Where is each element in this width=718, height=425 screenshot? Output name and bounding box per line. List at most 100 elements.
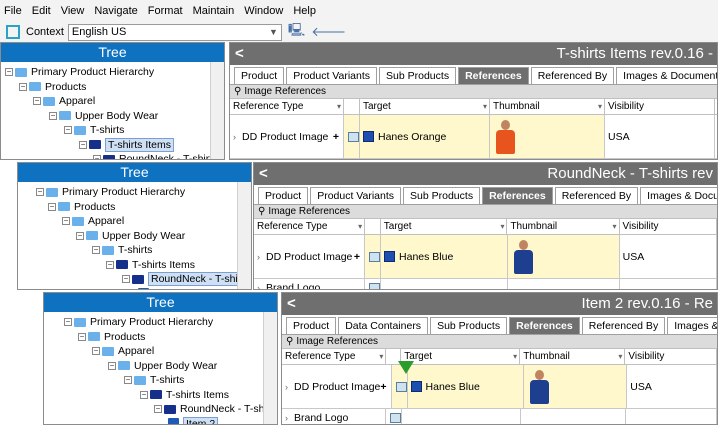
column-header-thumbnail[interactable]: Thumbnail ▾ <box>490 99 605 114</box>
collapse-toggle-icon[interactable]: − <box>64 318 72 326</box>
column-header-reference-type[interactable]: Reference Type ▾ <box>254 219 366 234</box>
pin-icon[interactable]: ⚲ <box>286 336 293 347</box>
tab-data-containers[interactable]: Data Containers <box>338 317 429 334</box>
tree-scrollbar[interactable] <box>210 62 224 159</box>
column-header-target[interactable]: Target ▾ <box>360 99 490 114</box>
tab-sub-products[interactable]: Sub Products <box>430 317 508 334</box>
tree-node[interactable]: − Primary Product Hierarchy <box>64 315 213 329</box>
tab-product[interactable]: Product <box>258 187 309 204</box>
table-row[interactable]: › DD Product Image + Hanes Blue USA <box>254 235 717 279</box>
tree-node[interactable]: − T-shirts Items <box>106 258 195 272</box>
tree-node[interactable]: − Products <box>19 80 86 94</box>
menu-item-maintain[interactable]: Maintain <box>193 5 235 17</box>
reference-link-cell[interactable] <box>386 409 403 424</box>
tab-images-documents[interactable]: Images & Documents <box>667 317 717 334</box>
back-chevron-icon[interactable]: < <box>287 293 296 315</box>
menu-item-edit[interactable]: Edit <box>32 5 51 17</box>
column-header-thumbnail[interactable]: Thumbnail ▾ <box>507 219 620 234</box>
tshirt-model-thumbnail[interactable] <box>527 369 551 405</box>
tree-node[interactable]: − RoundNeck - T-shirts <box>93 152 217 159</box>
section-header[interactable]: ⚲ Image References <box>254 205 717 219</box>
tab-sub-products[interactable]: Sub Products <box>379 67 457 84</box>
tree-node[interactable]: Item 2 <box>138 287 182 289</box>
context-select[interactable]: English US ▼ <box>67 23 282 41</box>
tab-sub-products[interactable]: Sub Products <box>403 187 481 204</box>
tree-node[interactable]: − Apparel <box>92 344 154 358</box>
tab-references[interactable]: References <box>482 187 553 204</box>
tab-images-documents[interactable]: Images & Documents <box>616 67 717 84</box>
menu-item-navigate[interactable]: Navigate <box>94 5 137 17</box>
tab-product[interactable]: Product <box>234 67 285 84</box>
collapse-toggle-icon[interactable]: − <box>122 275 130 283</box>
reference-link-cell[interactable] <box>365 235 382 278</box>
section-header[interactable]: ⚲ Image References <box>230 85 717 99</box>
collapse-toggle-icon[interactable]: − <box>92 246 100 254</box>
column-header-target[interactable]: Target ▾ <box>401 349 521 364</box>
tab-references[interactable]: References <box>509 317 580 334</box>
collapse-toggle-icon[interactable]: − <box>36 188 44 196</box>
target-value[interactable]: Hanes Orange <box>378 131 446 143</box>
column-header-visibility[interactable]: Visibility <box>625 349 717 364</box>
tree-node[interactable]: − T-shirts <box>92 243 152 257</box>
collapse-toggle-icon[interactable]: − <box>49 111 57 120</box>
tab-product-variants[interactable]: Product Variants <box>286 67 378 84</box>
menu-item-view[interactable]: View <box>61 5 85 17</box>
table-row[interactable]: › Brand Logo <box>254 279 717 289</box>
column-header-target[interactable]: Target ▾ <box>381 219 508 234</box>
table-row[interactable]: › DD Product Image + Hanes Orange USA <box>230 115 717 159</box>
collapse-toggle-icon[interactable]: − <box>93 155 101 159</box>
collapse-toggle-icon[interactable]: − <box>76 231 84 240</box>
tshirt-model-thumbnail[interactable] <box>511 239 535 275</box>
column-header-reference-type[interactable]: Reference Type ▾ <box>282 349 387 364</box>
collapse-toggle-icon[interactable]: − <box>108 361 116 370</box>
tree-scrollbar[interactable] <box>263 312 277 424</box>
collapse-toggle-icon[interactable]: − <box>19 82 27 91</box>
collapse-toggle-icon[interactable]: − <box>48 202 56 211</box>
column-header-thumbnail[interactable]: Thumbnail ▾ <box>520 349 626 364</box>
collapse-toggle-icon[interactable]: − <box>124 376 132 384</box>
pin-icon[interactable]: ⚲ <box>234 86 241 97</box>
tab-referenced-by[interactable]: Referenced By <box>581 317 666 334</box>
tree-node[interactable]: − Primary Product Hierarchy <box>5 65 154 79</box>
tree-node[interactable]: − Apparel <box>33 94 95 108</box>
tree-node[interactable]: − RoundNeck - T-shirts <box>154 402 277 416</box>
menu-item-window[interactable]: Window <box>244 5 283 17</box>
column-header-visibility[interactable]: Visibility <box>605 99 715 114</box>
reference-link-cell[interactable] <box>365 279 382 289</box>
reference-link-cell[interactable] <box>344 115 360 158</box>
section-header[interactable]: ⚲ Image References <box>282 335 717 349</box>
menu-item-format[interactable]: Format <box>148 5 183 17</box>
tree-node[interactable]: − Primary Product Hierarchy <box>36 185 185 199</box>
add-icon[interactable]: + <box>333 131 339 143</box>
tree-node[interactable]: − RoundNeck - T-shirts <box>122 272 251 286</box>
collapse-toggle-icon[interactable]: − <box>106 260 114 269</box>
target-value[interactable]: Hanes Blue <box>426 381 480 393</box>
tree-node[interactable]: − Upper Body Wear <box>108 359 217 373</box>
tree-scrollbar[interactable] <box>237 182 251 289</box>
collapse-toggle-icon[interactable]: − <box>92 347 100 355</box>
column-header-visibility[interactable]: Visibility <box>620 219 717 234</box>
tree-node[interactable]: − T-shirts Items <box>79 137 175 152</box>
tab-product-variants[interactable]: Product Variants <box>310 187 402 204</box>
collapse-toggle-icon[interactable]: − <box>79 140 87 149</box>
tree-node[interactable]: − Products <box>48 200 115 214</box>
monitor-icon[interactable]: 🖳 <box>288 21 305 43</box>
menu-item-help[interactable]: Help <box>293 5 316 17</box>
collapse-toggle-icon[interactable]: − <box>62 217 70 225</box>
tab-referenced-by[interactable]: Referenced By <box>554 187 639 204</box>
tab-images-documents[interactable]: Images & Documents <box>640 187 717 204</box>
tree-node[interactable]: − Apparel <box>62 214 124 228</box>
tree-node[interactable]: − Upper Body Wear <box>76 229 185 243</box>
back-chevron-icon[interactable]: < <box>259 163 268 185</box>
collapse-toggle-icon[interactable]: − <box>64 126 72 134</box>
add-icon[interactable]: + <box>380 381 386 393</box>
tree-node[interactable]: − Upper Body Wear <box>49 109 158 123</box>
collapse-toggle-icon[interactable]: − <box>78 332 86 341</box>
tab-referenced-by[interactable]: Referenced By <box>530 67 615 84</box>
collapse-toggle-icon[interactable]: − <box>33 97 41 105</box>
tree-node[interactable]: − T-shirts <box>124 373 184 387</box>
tree-node[interactable]: − T-shirts <box>64 123 124 137</box>
column-header-reference-type[interactable]: Reference Type ▾ <box>230 99 344 114</box>
tab-product[interactable]: Product <box>286 317 337 334</box>
collapse-toggle-icon[interactable]: − <box>140 390 148 399</box>
